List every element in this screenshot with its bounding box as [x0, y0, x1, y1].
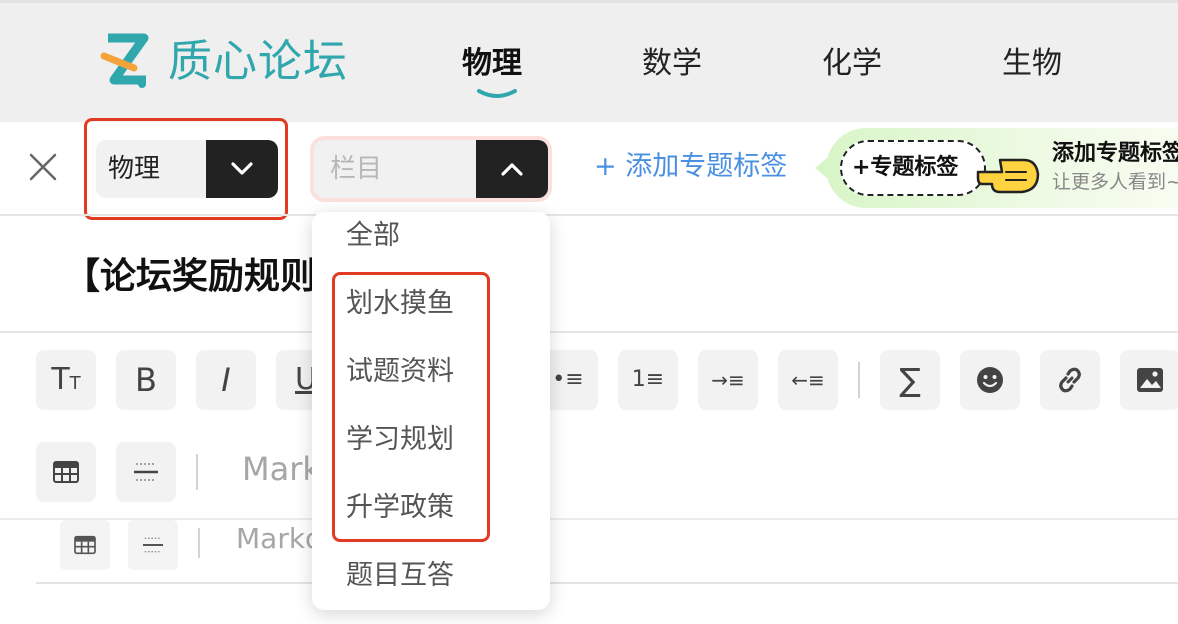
link-icon [1059, 367, 1081, 393]
italic-icon: I [221, 361, 231, 399]
nav-tab-math[interactable]: 数学 [642, 44, 702, 84]
chevron-down-icon [231, 162, 253, 175]
column-select-toggle[interactable] [476, 140, 548, 198]
smiley-icon [977, 367, 1003, 393]
toolbar-separator [858, 362, 860, 398]
sticky-toolbar-shadow: Markdown [36, 520, 1178, 584]
ghost-separator [198, 528, 200, 558]
promo-title: 添加专题标签 [1052, 141, 1178, 166]
italic-button[interactable]: I [196, 350, 256, 410]
nav-tab-physics[interactable]: 物理 [462, 44, 522, 84]
promo-tag-chip-label: +专题标签 [852, 155, 959, 180]
bullet-list-icon: •≡ [552, 367, 584, 392]
subject-select[interactable]: 物理 [96, 140, 278, 198]
title-divider [0, 331, 1178, 333]
horizontal-rule-icon [134, 463, 158, 481]
toolbar-divider [0, 214, 1178, 216]
post-title[interactable]: 【论坛奖励规则 [64, 250, 316, 304]
ghost-horizontal-rule-button[interactable] [128, 520, 178, 570]
chevron-up-icon [501, 163, 523, 176]
annotation-highlight-dropdown [332, 272, 490, 542]
image-button[interactable] [1120, 350, 1178, 410]
column-select-field[interactable]: 栏目 [314, 140, 548, 198]
subject-select-toggle[interactable] [206, 140, 278, 198]
editor-bottom-border [36, 582, 1178, 584]
zhixin-logo-icon[interactable] [98, 28, 154, 92]
outdent-button[interactable]: ←≡ [778, 350, 838, 410]
bold-icon: B [135, 361, 157, 399]
header-top-border [0, 0, 1178, 3]
ordered-list-icon: 1≡ [631, 367, 665, 392]
horizontal-rule-icon [143, 537, 163, 553]
add-topic-tag-link[interactable]: + 添加专题标签 [594, 148, 787, 186]
brand-name[interactable]: 质心论坛 [168, 34, 348, 90]
column-select-placeholder: 栏目 [330, 154, 383, 184]
outdent-icon: ←≡ [791, 368, 825, 392]
top-header: 质心论坛 物理 数学 化学 生物 [0, 0, 1178, 122]
formula-button[interactable]: ∑ [880, 350, 940, 410]
font-size-button[interactable]: TT [36, 350, 96, 410]
indent-button[interactable]: →≡ [698, 350, 758, 410]
active-tab-indicator [477, 89, 517, 98]
link-button[interactable] [1040, 350, 1100, 410]
ghost-table-button[interactable] [60, 520, 110, 570]
sigma-icon: ∑ [899, 361, 921, 399]
nav-tab-biology[interactable]: 生物 [1002, 44, 1062, 84]
page: 质心论坛 物理 数学 化学 生物 物理 栏目 + 添加专题标签 +专题标签 添加… [0, 0, 1178, 624]
promo-subtitle: 让更多人看到~ [1052, 171, 1178, 193]
column-select[interactable]: 栏目 [310, 136, 552, 202]
pointing-hand-icon [976, 158, 1040, 194]
indent-icon: →≡ [711, 368, 745, 392]
dropdown-item-all[interactable]: 全部 [346, 218, 400, 254]
table-icon [74, 535, 96, 555]
toolbar-separator-2 [196, 454, 198, 490]
dropdown-item-qa[interactable]: 题目互答 [346, 558, 454, 594]
image-icon [1137, 368, 1163, 392]
ordered-list-button[interactable]: 1≡ [618, 350, 678, 410]
subject-select-value: 物理 [108, 154, 161, 184]
horizontal-rule-button[interactable] [116, 442, 176, 502]
emoji-button[interactable] [960, 350, 1020, 410]
font-size-icon: TT [51, 362, 81, 397]
close-icon[interactable] [26, 150, 60, 184]
nav-tab-chemistry[interactable]: 化学 [822, 44, 882, 84]
table-button[interactable] [36, 442, 96, 502]
table-icon [53, 461, 79, 483]
bold-button[interactable]: B [116, 350, 176, 410]
